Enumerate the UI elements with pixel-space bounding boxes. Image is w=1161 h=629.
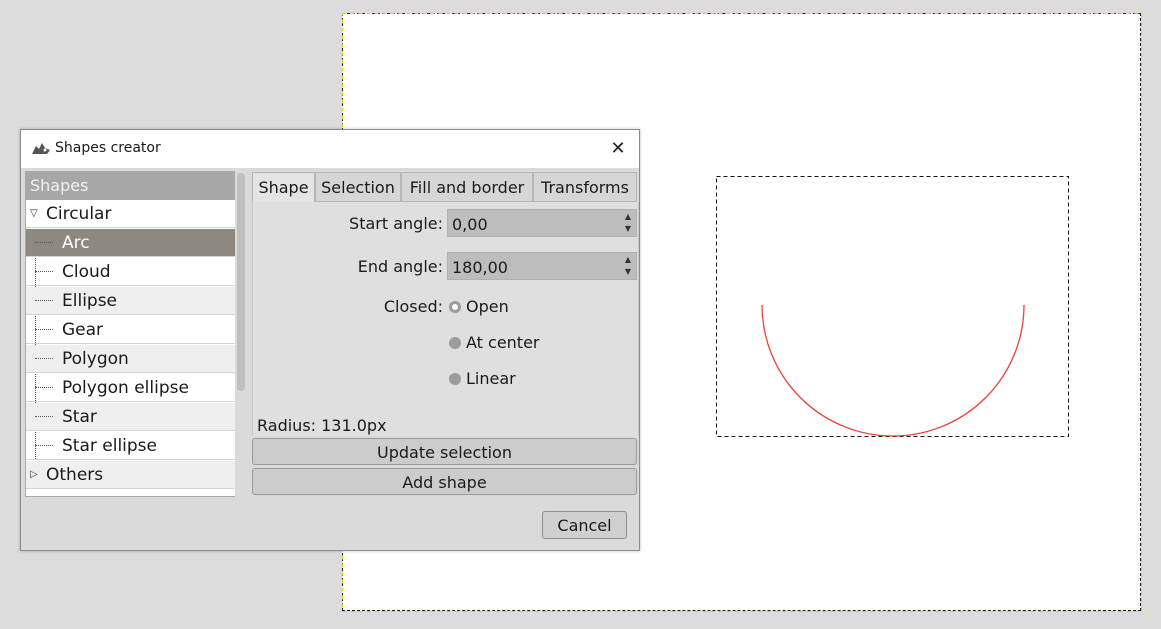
cancel-button[interactable]: Cancel: [542, 511, 627, 539]
tree-item-gear[interactable]: Gear: [26, 316, 235, 344]
tree-item-label: Arc: [62, 233, 90, 253]
end-angle-input[interactable]: [448, 253, 622, 281]
radio-selected-icon[interactable]: [449, 301, 461, 313]
tab-transforms[interactable]: Transforms: [533, 172, 637, 202]
collapsed-triangle-icon[interactable]: ▷: [30, 461, 38, 489]
tree-connector: [35, 358, 53, 360]
tree-connector: [35, 387, 53, 389]
tree-connector: [35, 329, 53, 331]
tree-group-others[interactable]: ▷ Others: [26, 461, 235, 489]
tree-connector: [35, 300, 53, 302]
end-angle-label: End angle:: [357, 257, 443, 276]
tab-bar: Shape Selection Fill and border Transfor…: [252, 172, 637, 202]
radio-linear[interactable]: Linear: [449, 369, 516, 389]
tree-group-label: Circular: [46, 204, 112, 224]
closed-label: Closed:: [383, 297, 443, 316]
tab-selection[interactable]: Selection: [315, 172, 401, 202]
tree-item-star-ellipse[interactable]: Star ellipse: [26, 432, 235, 460]
tree-item-star[interactable]: Star: [26, 403, 235, 431]
radio-at-center[interactable]: At center: [449, 333, 540, 353]
tree-item-ellipse[interactable]: Ellipse: [26, 287, 235, 315]
radio-unselected-icon[interactable]: [449, 337, 461, 349]
selection-marquee: [716, 176, 1069, 437]
spinner-arrows-icon[interactable]: ▲ ▼: [621, 211, 635, 235]
add-shape-button[interactable]: Add shape: [252, 468, 637, 495]
tree-item-cloud[interactable]: Cloud: [26, 258, 235, 286]
tab-fill-and-border[interactable]: Fill and border: [401, 172, 533, 202]
start-angle-label: Start angle:: [349, 214, 443, 233]
tree-item-label: Ellipse: [62, 291, 118, 311]
expanded-triangle-icon[interactable]: ▽: [30, 200, 38, 228]
tree-connector: [35, 242, 53, 244]
tree-scrollbar[interactable]: [235, 171, 247, 497]
radio-unselected-icon[interactable]: [449, 373, 461, 385]
radio-label: Open: [466, 297, 509, 316]
tab-shape[interactable]: Shape: [252, 172, 315, 202]
tree-item-polygon[interactable]: Polygon: [26, 345, 235, 373]
tree-group-circular[interactable]: ▽ Circular: [26, 200, 235, 228]
end-angle-spinner[interactable]: ▲▼: [447, 252, 637, 281]
start-angle-input[interactable]: [448, 210, 622, 238]
scrollbar-thumb[interactable]: [237, 173, 245, 391]
tree-group-label: Others: [46, 465, 104, 485]
tree-header[interactable]: Shapes: [26, 172, 235, 200]
tree-item-label: Polygon: [62, 349, 129, 369]
tree-item-label: Star: [62, 407, 97, 427]
radius-readout: Radius: 131.0px: [257, 416, 387, 435]
arc-shape: [761, 304, 1025, 437]
tree-connector: [35, 416, 53, 418]
update-selection-button[interactable]: Update selection: [252, 438, 637, 465]
tree-connector: [35, 445, 53, 447]
tree-item-label: Star ellipse: [62, 436, 158, 456]
shape-options-panel: Start angle: ▲▼ End angle: ▲▼ Closed: Op…: [252, 202, 639, 436]
radio-label: Linear: [466, 369, 516, 388]
tree-item-arc[interactable]: Arc: [26, 229, 235, 257]
start-angle-spinner[interactable]: ▲▼: [447, 209, 637, 238]
radio-label: At center: [466, 333, 540, 352]
dialog-title: Shapes creator: [55, 140, 161, 156]
close-icon[interactable]: ✕: [607, 138, 629, 160]
shapes-creator-dialog: Shapes creator ✕ Shapes ▽ Circular Arc C…: [20, 129, 640, 551]
tree-item-label: Cloud: [62, 262, 111, 282]
radio-open[interactable]: Open: [449, 297, 509, 317]
shapes-tree[interactable]: Shapes ▽ Circular Arc Cloud Ellipse Gear…: [25, 171, 236, 497]
gimp-wilber-icon: [32, 143, 50, 154]
tree-item-label: Gear: [62, 320, 104, 340]
tree-item-polygon-ellipse[interactable]: Polygon ellipse: [26, 374, 235, 402]
tree-item-label: Polygon ellipse: [62, 378, 189, 398]
dialog-titlebar[interactable]: Shapes creator ✕: [21, 130, 639, 168]
spinner-arrows-icon[interactable]: ▲ ▼: [621, 254, 635, 278]
tree-connector: [35, 271, 53, 273]
